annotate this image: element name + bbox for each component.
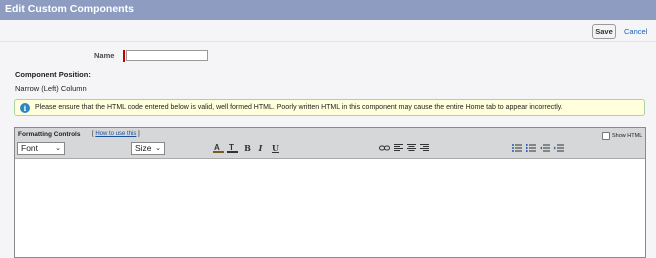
page-header: Edit Custom Components	[0, 0, 656, 20]
background-color-icon[interactable]: T	[227, 143, 238, 153]
chevron-down-icon: ⌄	[155, 145, 161, 152]
how-to-use: [ How to use this ]	[92, 131, 140, 137]
cancel-link[interactable]: Cancel	[624, 27, 647, 36]
component-position-value: Narrow (Left) Column	[15, 84, 87, 93]
bold-icon[interactable]: B	[243, 143, 252, 153]
name-input[interactable]	[126, 50, 208, 61]
font-select[interactable]: Font ⌄	[17, 142, 65, 155]
chevron-down-icon: ⌄	[55, 145, 61, 152]
size-select[interactable]: Size ⌄	[131, 142, 165, 155]
editor-toolbar: Formatting Controls [ How to use this ] …	[15, 128, 645, 159]
outdent-icon[interactable]	[540, 143, 550, 153]
svg-text:T: T	[229, 143, 234, 152]
notice-text: Please ensure that the HTML code entered…	[35, 104, 563, 111]
required-indicator	[123, 50, 125, 62]
info-icon: i	[20, 103, 30, 113]
html-editor: Formatting Controls [ How to use this ] …	[14, 127, 646, 258]
underline-icon[interactable]: U	[271, 143, 280, 153]
show-html-toggle[interactable]: Show HTML	[602, 132, 642, 140]
align-left-icon[interactable]	[394, 143, 403, 153]
align-right-icon[interactable]	[420, 143, 429, 153]
bullet-list-icon[interactable]	[512, 143, 522, 153]
italic-icon[interactable]: I	[256, 143, 265, 153]
html-warning-notice: i Please ensure that the HTML code enter…	[14, 99, 645, 116]
component-position-label: Component Position:	[15, 70, 91, 79]
link-icon[interactable]	[379, 143, 390, 153]
align-center-icon[interactable]	[407, 143, 416, 153]
formatting-controls-label: Formatting Controls	[18, 131, 81, 138]
name-label: Name	[94, 51, 115, 60]
show-html-checkbox[interactable]	[602, 132, 610, 140]
text-color-icon[interactable]: A	[213, 143, 224, 153]
save-button[interactable]: Save	[592, 24, 616, 39]
show-html-label: Show HTML	[612, 133, 643, 139]
svg-text:A: A	[214, 143, 220, 152]
how-to-use-link[interactable]: How to use this	[95, 131, 136, 137]
numbered-list-icon[interactable]	[526, 143, 536, 153]
button-bar	[0, 20, 656, 42]
editor-content-area[interactable]	[15, 159, 645, 257]
indent-icon[interactable]	[554, 143, 564, 153]
page-title: Edit Custom Components	[5, 3, 134, 15]
